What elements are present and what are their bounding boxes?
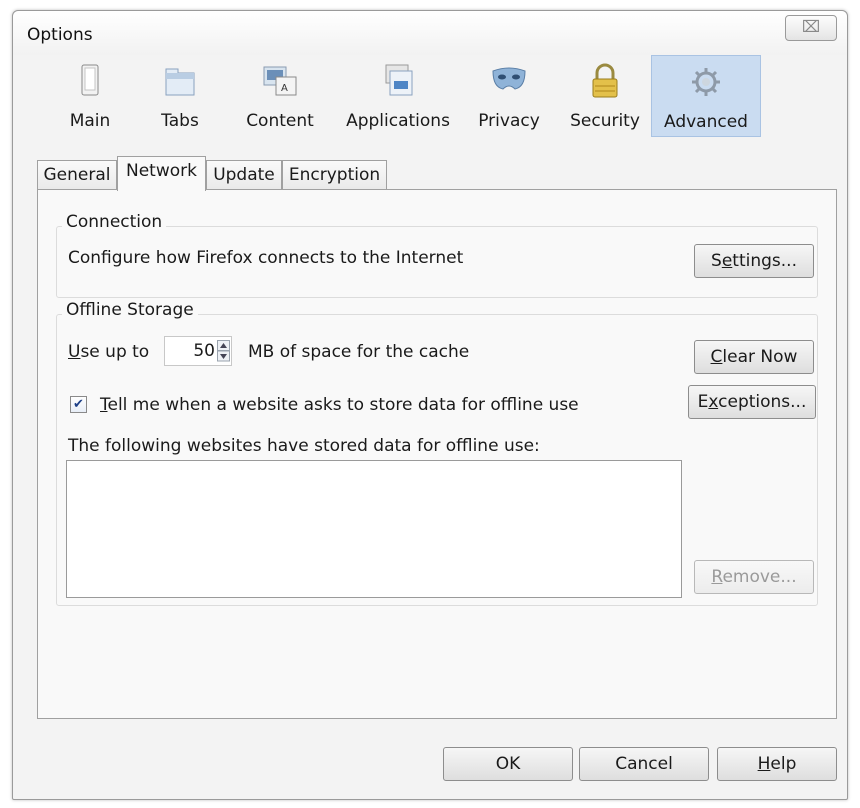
toolbar-item-main[interactable]: Main [55, 55, 125, 137]
tab-update[interactable]: Update [206, 160, 282, 190]
toolbar-item-security[interactable]: Security [563, 55, 647, 137]
close-icon: ⌧ [801, 17, 821, 36]
options-window: Options ⌧ Main Tabs A Content Applicatio… [12, 10, 848, 800]
network-panel: Connection Configure how Firefox connect… [37, 189, 837, 719]
tab-general[interactable]: General [37, 160, 117, 190]
toolbar-item-tabs[interactable]: Tabs [145, 55, 215, 137]
checkmark-icon: ✔ [73, 397, 84, 412]
svg-text:A: A [281, 83, 288, 94]
tab-network[interactable]: Network [117, 156, 206, 191]
window-title: Options [27, 25, 93, 45]
close-button[interactable]: ⌧ [785, 15, 837, 41]
cache-size-stepper[interactable]: 50 [164, 336, 232, 366]
toolbar-item-applications[interactable]: Applications [333, 55, 463, 137]
tell-me-label[interactable]: Tell me when a website asks to store dat… [100, 395, 579, 415]
offline-storage-group-label: Offline Storage [62, 300, 198, 320]
cancel-button[interactable]: Cancel [579, 747, 709, 781]
clear-now-button[interactable]: Clear Now [694, 340, 814, 374]
toolbar-item-advanced[interactable]: Advanced [651, 55, 761, 137]
privacy-mask-icon [492, 67, 526, 90]
connection-settings-button[interactable]: Settings... [694, 244, 814, 278]
preferences-toolbar: Main Tabs A Content Applications Privacy… [23, 55, 837, 137]
cache-size-value: 50 [193, 341, 215, 361]
ok-button[interactable]: OK [443, 747, 573, 781]
main-icon [81, 64, 99, 96]
toolbar-item-content[interactable]: A Content [235, 55, 325, 137]
spin-arrows-icon[interactable] [217, 340, 230, 362]
exceptions-button[interactable]: Exceptions... [688, 385, 816, 419]
use-up-to-label: Use up to [68, 342, 150, 362]
connection-group-label: Connection [62, 212, 167, 232]
help-button[interactable]: Help [717, 747, 837, 781]
offline-websites-label: The following websites have stored data … [68, 436, 540, 456]
remove-button[interactable]: Remove... [694, 560, 814, 594]
offline-websites-list[interactable] [66, 460, 682, 598]
cache-size-suffix: MB of space for the cache [248, 342, 470, 362]
connection-description: Configure how Firefox connects to the In… [68, 248, 464, 268]
applications-icon [385, 64, 413, 96]
tell-me-checkbox[interactable]: ✔ [70, 396, 87, 413]
tab-encryption[interactable]: Encryption [282, 160, 387, 190]
gear-icon [692, 68, 720, 96]
padlock-icon [592, 63, 618, 98]
content-icon: A [263, 66, 297, 96]
title-bar: Options ⌧ [13, 11, 847, 55]
tabs-icon [165, 68, 195, 96]
toolbar-item-privacy[interactable]: Privacy [469, 55, 549, 137]
